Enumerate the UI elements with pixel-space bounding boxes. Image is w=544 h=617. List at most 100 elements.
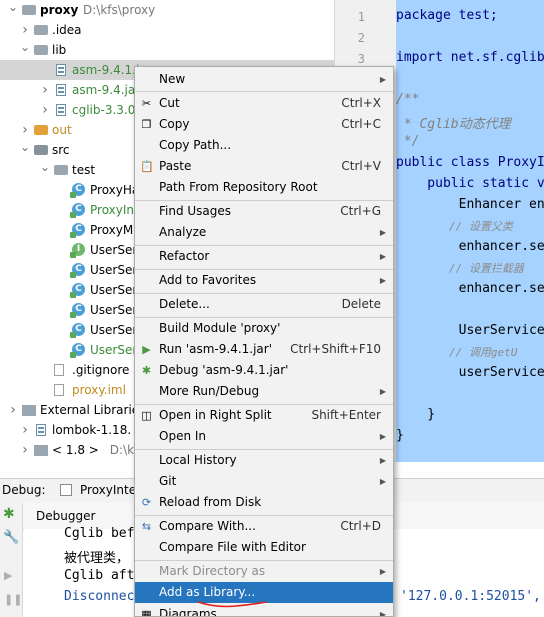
menu-item-compare-file-with-editor[interactable]: Compare File with Editor <box>135 537 393 558</box>
menu-item-git[interactable]: Git ▶ <box>135 471 393 492</box>
tree-label: src <box>52 143 70 157</box>
class-icon: C <box>70 303 85 318</box>
menu-item-label: Git <box>159 474 177 488</box>
chevron-right-icon[interactable]: › <box>20 420 30 440</box>
line-number: 2 <box>357 31 365 45</box>
menu-item-label: Refactor <box>159 249 210 263</box>
run-icon: ▶ <box>142 343 151 356</box>
menu-item-open-in[interactable]: Open In ▶ <box>135 426 393 447</box>
menu-item-copy-path[interactable]: Copy Path... <box>135 135 393 156</box>
debug-bug-icon[interactable]: ✱ <box>3 507 17 521</box>
menu-item-label: Analyze <box>159 225 207 239</box>
tree-row[interactable]: › .idea <box>0 20 334 40</box>
tree-row[interactable]: ⌄ proxy D:\kfs\proxy <box>0 0 334 20</box>
tree-label: test <box>72 163 96 177</box>
tree-label: ProxyM <box>90 223 134 237</box>
menu-item-paste[interactable]: 📋 Paste Ctrl+V <box>135 156 393 177</box>
jar-icon <box>56 64 66 76</box>
class-icon: C <box>70 203 85 218</box>
menu-item-open-in-right-split[interactable]: ◫ Open in Right Split Shift+Enter <box>135 405 393 426</box>
code-editor[interactable]: package test; import net.sf.cglib /** * Cg… <box>396 0 544 462</box>
tree-label: < 1.8 > <box>52 443 99 457</box>
chevron-right-icon[interactable]: › <box>40 100 50 120</box>
chevron-down-icon[interactable]: ⌄ <box>8 0 18 17</box>
tree-row[interactable]: ⌄ lib <box>0 40 334 60</box>
code-line: * Cglib动态代理 <box>396 117 511 132</box>
menu-item-add-to-favorites[interactable]: Add to Favorites ▶ <box>135 270 393 291</box>
wrench-icon[interactable]: 🔧 <box>3 531 19 545</box>
tree-path: D:\kfs\proxy <box>83 3 156 17</box>
menu-item-label: Local History <box>159 453 237 467</box>
menu-shortcut: Delete <box>341 297 381 311</box>
interface-icon: I <box>70 243 85 258</box>
menu-item-label: Cut <box>159 96 180 110</box>
menu-item-label: More Run/Debug <box>159 384 260 398</box>
submenu-arrow-icon: ▶ <box>379 276 386 285</box>
package-icon <box>54 165 68 175</box>
tab-debugger[interactable]: Debugger <box>36 509 95 523</box>
code-line: enhancer.se <box>396 281 544 296</box>
menu-item-local-history[interactable]: Local History ▶ <box>135 450 393 471</box>
class-icon: C <box>70 343 85 358</box>
menu-item-refactor[interactable]: Refactor ▶ <box>135 246 393 267</box>
menu-item-debug-asm-9-4-1-jar[interactable]: ✱ Debug 'asm-9.4.1.jar' <box>135 360 393 381</box>
tree-label: proxy.iml <box>72 383 126 397</box>
menu-item-label: Copy <box>159 117 190 131</box>
resume-icon[interactable]: ▶ <box>4 569 12 582</box>
menu-item-label: Debug 'asm-9.4.1.jar' <box>159 363 289 377</box>
tree-label: ProxyIn <box>90 203 135 217</box>
menu-item-label: Open In <box>159 429 207 443</box>
jar-icon <box>36 424 46 436</box>
menu-item-label: Compare With... <box>159 519 256 533</box>
menu-item-find-usages[interactable]: Find Usages Ctrl+G <box>135 201 393 222</box>
menu-item-run-asm-9-4-1-jar[interactable]: ▶ Run 'asm-9.4.1.jar' Ctrl+Shift+F10 <box>135 339 393 360</box>
chevron-right-icon[interactable]: › <box>8 400 18 420</box>
submenu-arrow-icon: ▶ <box>379 75 386 84</box>
menu-item-label: Build Module 'proxy' <box>159 321 281 335</box>
menu-separator <box>135 91 393 92</box>
menu-item-reload-from-disk[interactable]: ⟳ Reload from Disk <box>135 492 393 513</box>
red-underline-annotation <box>197 601 267 608</box>
tree-label: UserSer <box>90 243 138 257</box>
console-tail-text: '127.0.0.1:52015', <box>400 589 541 604</box>
run-config-icon <box>60 484 72 496</box>
submenu-arrow-icon: ▶ <box>379 456 386 465</box>
project-folder-icon <box>22 5 36 15</box>
menu-item-label: New <box>159 72 186 86</box>
menu-item-label: Delete... <box>159 297 210 311</box>
menu-item-label: Run 'asm-9.4.1.jar' <box>159 342 273 356</box>
debug-tab-proxyinterceptor[interactable]: ProxyInte <box>80 483 136 497</box>
menu-shortcut: Ctrl+D <box>340 519 381 533</box>
menu-item-build-module-proxy[interactable]: Build Module 'proxy' <box>135 318 393 339</box>
chevron-down-icon[interactable]: ⌄ <box>20 137 30 157</box>
menu-shortcut: Ctrl+X <box>341 96 381 110</box>
menu-item-delete[interactable]: Delete... Delete <box>135 294 393 315</box>
chevron-down-icon[interactable]: ⌄ <box>40 157 50 177</box>
menu-item-copy[interactable]: ❐ Copy Ctrl+C <box>135 114 393 135</box>
code-line: import net.sf.cglib <box>396 50 544 65</box>
code-line: UserService <box>396 323 544 338</box>
menu-item-path-from-repository-root[interactable]: Path From Repository Root <box>135 177 393 198</box>
pause-icon[interactable]: ❚❚ <box>4 593 22 606</box>
console-line: 被代理类， <box>64 551 130 566</box>
chevron-right-icon[interactable]: › <box>40 80 50 100</box>
menu-shortcut: Ctrl+Shift+F10 <box>290 342 381 356</box>
menu-item-analyze[interactable]: Analyze ▶ <box>135 222 393 243</box>
diagram-icon: ▦ <box>141 608 152 617</box>
debug-side-toolbar: ✱ 🔧 ▶ ❚❚ <box>0 503 23 617</box>
console-line: Cglib bef <box>64 526 135 541</box>
menu-item-label: Mark Directory as <box>159 564 266 578</box>
tree-label: UserSer <box>90 283 138 297</box>
menu-item-compare-with[interactable]: ⇆ Compare With... Ctrl+D <box>135 516 393 537</box>
chevron-right-icon[interactable]: › <box>20 440 30 460</box>
chevron-down-icon[interactable]: ⌄ <box>20 37 30 57</box>
class-icon: C <box>70 223 85 238</box>
menu-item-new[interactable]: New ▶ <box>135 69 393 90</box>
tree-label: asm-9.4.jar <box>72 83 141 97</box>
module-file-icon <box>54 384 64 396</box>
code-line: public class ProxyI <box>396 155 544 170</box>
menu-item-cut[interactable]: ✂ Cut Ctrl+X <box>135 93 393 114</box>
code-line: } <box>396 428 404 443</box>
debug-label: Debug: <box>2 483 46 497</box>
menu-item-more-run-debug[interactable]: More Run/Debug ▶ <box>135 381 393 402</box>
